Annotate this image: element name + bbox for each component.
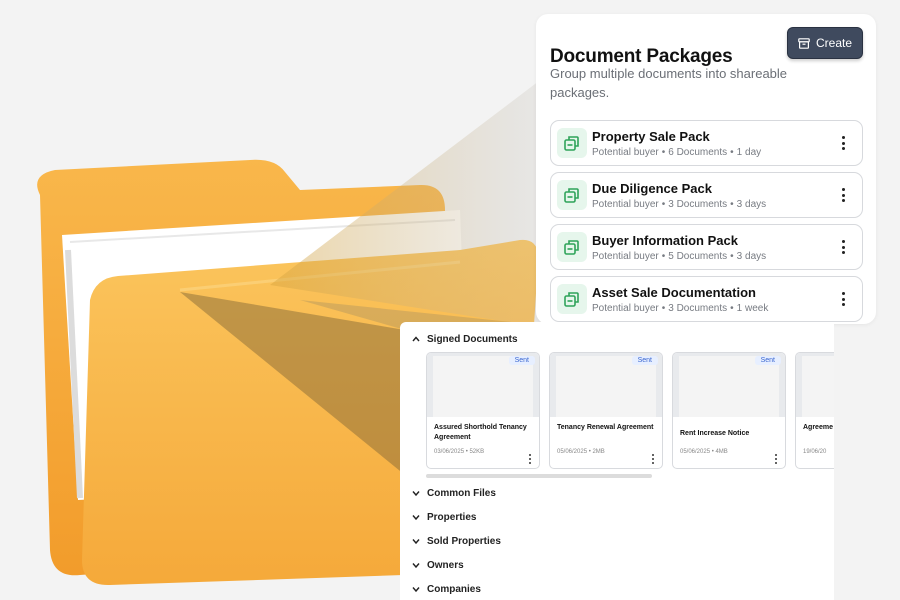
chevron-down-icon	[412, 563, 420, 569]
package-docs-icon	[557, 284, 587, 314]
section-properties[interactable]: Properties	[412, 508, 476, 526]
section-owners[interactable]: Owners	[412, 556, 464, 574]
package-doc-count: 3 Documents	[668, 199, 728, 210]
package-name: Asset Sale Documentation	[592, 285, 756, 300]
package-audience: Potential buyer	[592, 199, 659, 210]
section-sold-properties[interactable]: Sold Properties	[412, 532, 501, 550]
chevron-down-icon	[412, 539, 420, 545]
package-age: 1 week	[736, 303, 769, 314]
document-card[interactable]: Agreeme 19/06/20	[795, 352, 834, 469]
document-card[interactable]: Sent Assured Shorthold Tenancy Agreement…	[426, 352, 540, 469]
document-thumbnail	[796, 353, 834, 417]
documents-panel: Signed Documents Sent Assured Shorthold …	[400, 322, 834, 600]
package-docs-icon	[557, 128, 587, 158]
section-common-files[interactable]: Common Files	[412, 484, 496, 502]
document-title: Assured Shorthold Tenancy Agreement	[434, 424, 527, 441]
document-packages-panel: Document Packages Create Group multiple …	[536, 14, 876, 324]
kebab-menu-icon[interactable]	[774, 454, 778, 464]
status-badge: Sent	[631, 356, 658, 365]
section-label: Common Files	[427, 487, 496, 499]
package-age: 3 days	[736, 251, 767, 262]
package-doc-count: 3 Documents	[668, 303, 728, 314]
create-package-button[interactable]: Create	[787, 27, 863, 59]
document-cards: Sent Assured Shorthold Tenancy Agreement…	[426, 352, 834, 470]
section-signed-documents[interactable]: Signed Documents	[412, 330, 518, 348]
section-label: Sold Properties	[427, 535, 501, 547]
status-badge: Sent	[508, 356, 535, 365]
package-list: Property Sale Pack Potential buyer • 6 Doc…	[550, 120, 863, 328]
package-docs-icon	[557, 232, 587, 262]
package-name: Due Diligence Pack	[592, 181, 712, 196]
package-item[interactable]: Due Diligence Pack Potential buyer • 3 Doc…	[550, 172, 863, 218]
package-name: Property Sale Pack	[592, 129, 710, 144]
kebab-menu-icon[interactable]	[838, 134, 848, 152]
status-badge: Sent	[754, 356, 781, 365]
kebab-menu-icon[interactable]	[528, 454, 532, 464]
archive-icon	[798, 37, 810, 49]
package-doc-count: 6 Documents	[668, 147, 728, 158]
document-meta: 05/06/2025 • 2MB	[557, 449, 605, 455]
kebab-menu-icon[interactable]	[838, 290, 848, 308]
document-card[interactable]: Sent Tenancy Renewal Agreement 05/06/202…	[549, 352, 663, 469]
section-companies[interactable]: Companies	[412, 580, 481, 598]
document-title: Agreeme	[803, 424, 833, 431]
package-audience: Potential buyer	[592, 251, 659, 262]
packages-subtitle: Group multiple documents into shareable …	[550, 66, 788, 100]
package-item[interactable]: Asset Sale Documentation Potential buyer…	[550, 276, 863, 322]
section-label: Owners	[427, 559, 464, 571]
chevron-down-icon	[412, 515, 420, 521]
chevron-up-icon	[412, 336, 420, 342]
document-title: Tenancy Renewal Agreement	[557, 424, 654, 431]
package-doc-count: 5 Documents	[668, 251, 728, 262]
package-meta: Potential buyer • 5 Documents • 3 days	[592, 251, 767, 262]
kebab-menu-icon[interactable]	[838, 238, 848, 256]
document-card[interactable]: Sent Rent Increase Notice 05/06/2025 • 4…	[672, 352, 786, 469]
package-age: 1 day	[736, 147, 762, 158]
package-meta: Potential buyer • 3 Documents • 3 days	[592, 199, 767, 210]
package-meta: Potential buyer • 6 Documents • 1 day	[592, 147, 762, 158]
document-meta: 05/06/2025 • 4MB	[680, 449, 728, 455]
package-meta: Potential buyer • 3 Documents • 1 week	[592, 303, 769, 314]
package-item[interactable]: Buyer Information Pack Potential buyer • 5…	[550, 224, 863, 270]
create-button-label: Create	[815, 36, 853, 50]
section-label: Companies	[427, 583, 481, 595]
package-item[interactable]: Property Sale Pack Potential buyer • 6 Doc…	[550, 120, 863, 166]
package-name: Buyer Information Pack	[592, 233, 738, 248]
package-docs-icon	[557, 180, 587, 210]
section-label: Properties	[427, 511, 477, 523]
kebab-menu-icon[interactable]	[838, 186, 848, 204]
section-label: Signed Documents	[427, 333, 518, 345]
package-audience: Potential buyer	[592, 147, 659, 158]
document-title: Rent Increase Notice	[680, 430, 750, 437]
document-meta: 03/06/2025 • 52KB	[434, 449, 485, 455]
kebab-menu-icon[interactable]	[651, 454, 655, 464]
package-audience: Potential buyer	[592, 303, 659, 314]
document-meta: 19/06/20	[803, 449, 827, 455]
chevron-down-icon	[412, 491, 420, 497]
chevron-down-icon	[412, 587, 420, 593]
package-age: 3 days	[736, 199, 767, 210]
horizontal-scrollbar[interactable]	[426, 474, 652, 478]
